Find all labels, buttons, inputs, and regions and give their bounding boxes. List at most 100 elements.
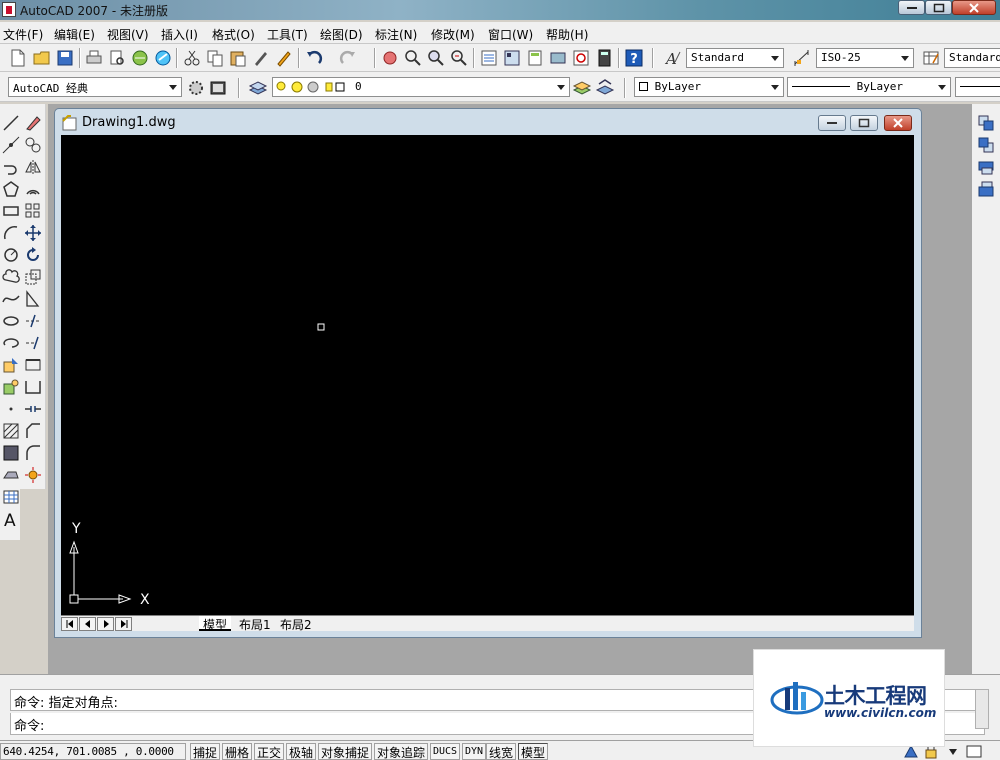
redo-icon[interactable] (338, 48, 358, 68)
menu-edit[interactable]: 编辑(E) (54, 26, 95, 43)
match-properties-icon[interactable] (251, 48, 271, 68)
plot-preview-icon[interactable] (107, 48, 127, 68)
offset-icon[interactable] (24, 180, 42, 198)
menu-draw[interactable]: 绘图(D) (320, 26, 363, 43)
block-editor-icon[interactable] (274, 48, 294, 68)
text-style-icon[interactable]: A (663, 48, 683, 68)
fillet-icon[interactable] (24, 444, 42, 462)
drawing-minimize-button[interactable] (818, 115, 846, 131)
extend-icon[interactable] (24, 334, 42, 352)
grid-toggle[interactable]: 栅格 (222, 743, 253, 760)
status-menu-arrow-icon[interactable] (948, 748, 958, 756)
lineweight-select[interactable] (955, 77, 1000, 97)
menu-file[interactable]: 文件(F) (3, 26, 43, 43)
join-icon[interactable] (24, 400, 42, 418)
stretch-icon[interactable] (24, 290, 42, 308)
tab-model[interactable]: 模型 (199, 616, 232, 632)
model-space-canvas[interactable]: Y X (61, 135, 914, 615)
layer-select[interactable]: 0 (272, 77, 570, 97)
snap-toggle[interactable]: 捕捉 (190, 743, 221, 760)
menu-tools[interactable]: 工具(T) (267, 26, 308, 43)
arc-icon[interactable] (2, 224, 20, 242)
menu-modify[interactable]: 修改(M) (431, 26, 475, 43)
revision-cloud-icon[interactable] (2, 268, 20, 286)
polar-toggle[interactable]: 极轴 (286, 743, 317, 760)
mirror-icon[interactable] (24, 158, 42, 176)
menu-view[interactable]: 视图(V) (107, 26, 149, 43)
workspace-settings-icon[interactable] (186, 78, 206, 98)
save-icon[interactable] (55, 48, 75, 68)
dimension-style-icon[interactable] (792, 48, 812, 68)
maximize-button[interactable] (925, 0, 952, 15)
tab-layout2[interactable]: 布局2 (276, 616, 316, 632)
line-icon[interactable] (2, 114, 20, 132)
help-icon[interactable]: ? (624, 48, 644, 68)
pan-realtime-icon[interactable] (380, 48, 400, 68)
autocad-app-icon[interactable] (2, 2, 16, 17)
paste-icon[interactable] (228, 48, 248, 68)
rectangle-icon[interactable] (2, 202, 20, 220)
coordinate-readout[interactable]: 640.4254, 701.0085 , 0.0000 (0, 743, 186, 760)
zoom-window-icon[interactable] (426, 48, 446, 68)
scale-icon[interactable] (24, 268, 42, 286)
gradient-icon[interactable] (2, 444, 20, 462)
region-icon[interactable] (2, 466, 20, 484)
zoom-realtime-icon[interactable] (403, 48, 423, 68)
break-at-point-icon[interactable] (24, 356, 42, 374)
markup-manager-icon[interactable] (571, 48, 591, 68)
color-select[interactable]: ByLayer (634, 77, 784, 97)
dimension-style-select[interactable]: ISO-25 (816, 48, 914, 68)
plot-icon[interactable] (84, 48, 104, 68)
open-folder-icon[interactable] (32, 48, 52, 68)
3d-dwf-icon[interactable] (153, 48, 173, 68)
cut-icon[interactable] (182, 48, 202, 68)
rotate-icon[interactable] (24, 246, 42, 264)
previous-tab-button[interactable] (79, 617, 96, 631)
layer-previous-icon[interactable] (595, 78, 615, 98)
multiline-text-icon[interactable]: A (2, 510, 20, 528)
model-paper-toggle[interactable]: 模型 (518, 743, 549, 760)
workspace-select[interactable]: AutoCAD 经典 (8, 77, 182, 97)
zoom-previous-icon[interactable] (449, 48, 469, 68)
bring-above-objects-icon[interactable] (977, 158, 995, 176)
erase-icon[interactable] (24, 114, 42, 132)
clean-screen-icon[interactable] (966, 744, 982, 759)
make-object-layer-current-icon[interactable] (572, 78, 592, 98)
drawing-close-button[interactable] (884, 115, 912, 131)
ellipse-arc-icon[interactable] (2, 334, 20, 352)
explode-icon[interactable] (24, 466, 42, 484)
command-scrollbar[interactable] (975, 689, 989, 729)
make-block-icon[interactable] (2, 378, 20, 396)
spline-icon[interactable] (2, 290, 20, 308)
ducs-toggle[interactable]: DUCS (430, 743, 461, 760)
layer-properties-icon[interactable] (248, 78, 268, 98)
polygon-icon[interactable] (2, 180, 20, 198)
array-icon[interactable] (24, 202, 42, 220)
menu-insert[interactable]: 插入(I) (161, 26, 198, 43)
sheet-set-manager-icon[interactable] (548, 48, 568, 68)
osnap-toggle[interactable]: 对象捕捉 (318, 743, 373, 760)
minimize-button[interactable] (898, 0, 925, 15)
chamfer-icon[interactable] (24, 422, 42, 440)
menu-window[interactable]: 窗口(W) (488, 26, 533, 43)
table-icon[interactable] (2, 488, 20, 506)
linetype-select[interactable]: ByLayer (787, 77, 951, 97)
move-icon[interactable] (24, 224, 42, 242)
send-under-objects-icon[interactable] (977, 180, 995, 198)
next-tab-button[interactable] (97, 617, 114, 631)
tool-palettes-icon[interactable] (525, 48, 545, 68)
otrack-toggle[interactable]: 对象追踪 (374, 743, 429, 760)
ortho-toggle[interactable]: 正交 (254, 743, 285, 760)
table-style-icon[interactable] (921, 48, 941, 68)
send-to-back-icon[interactable] (977, 136, 995, 154)
properties-icon[interactable] (479, 48, 499, 68)
hatch-icon[interactable] (2, 422, 20, 440)
bring-to-front-icon[interactable] (977, 114, 995, 132)
insert-block-icon[interactable] (2, 356, 20, 374)
menu-help[interactable]: 帮助(H) (546, 26, 588, 43)
construction-line-icon[interactable] (2, 136, 20, 154)
table-style-select[interactable]: Standard (944, 48, 1000, 68)
lineweight-toggle[interactable]: 线宽 (486, 743, 517, 760)
drawing-restore-button[interactable] (850, 115, 878, 131)
menu-format[interactable]: 格式(O) (212, 26, 255, 43)
